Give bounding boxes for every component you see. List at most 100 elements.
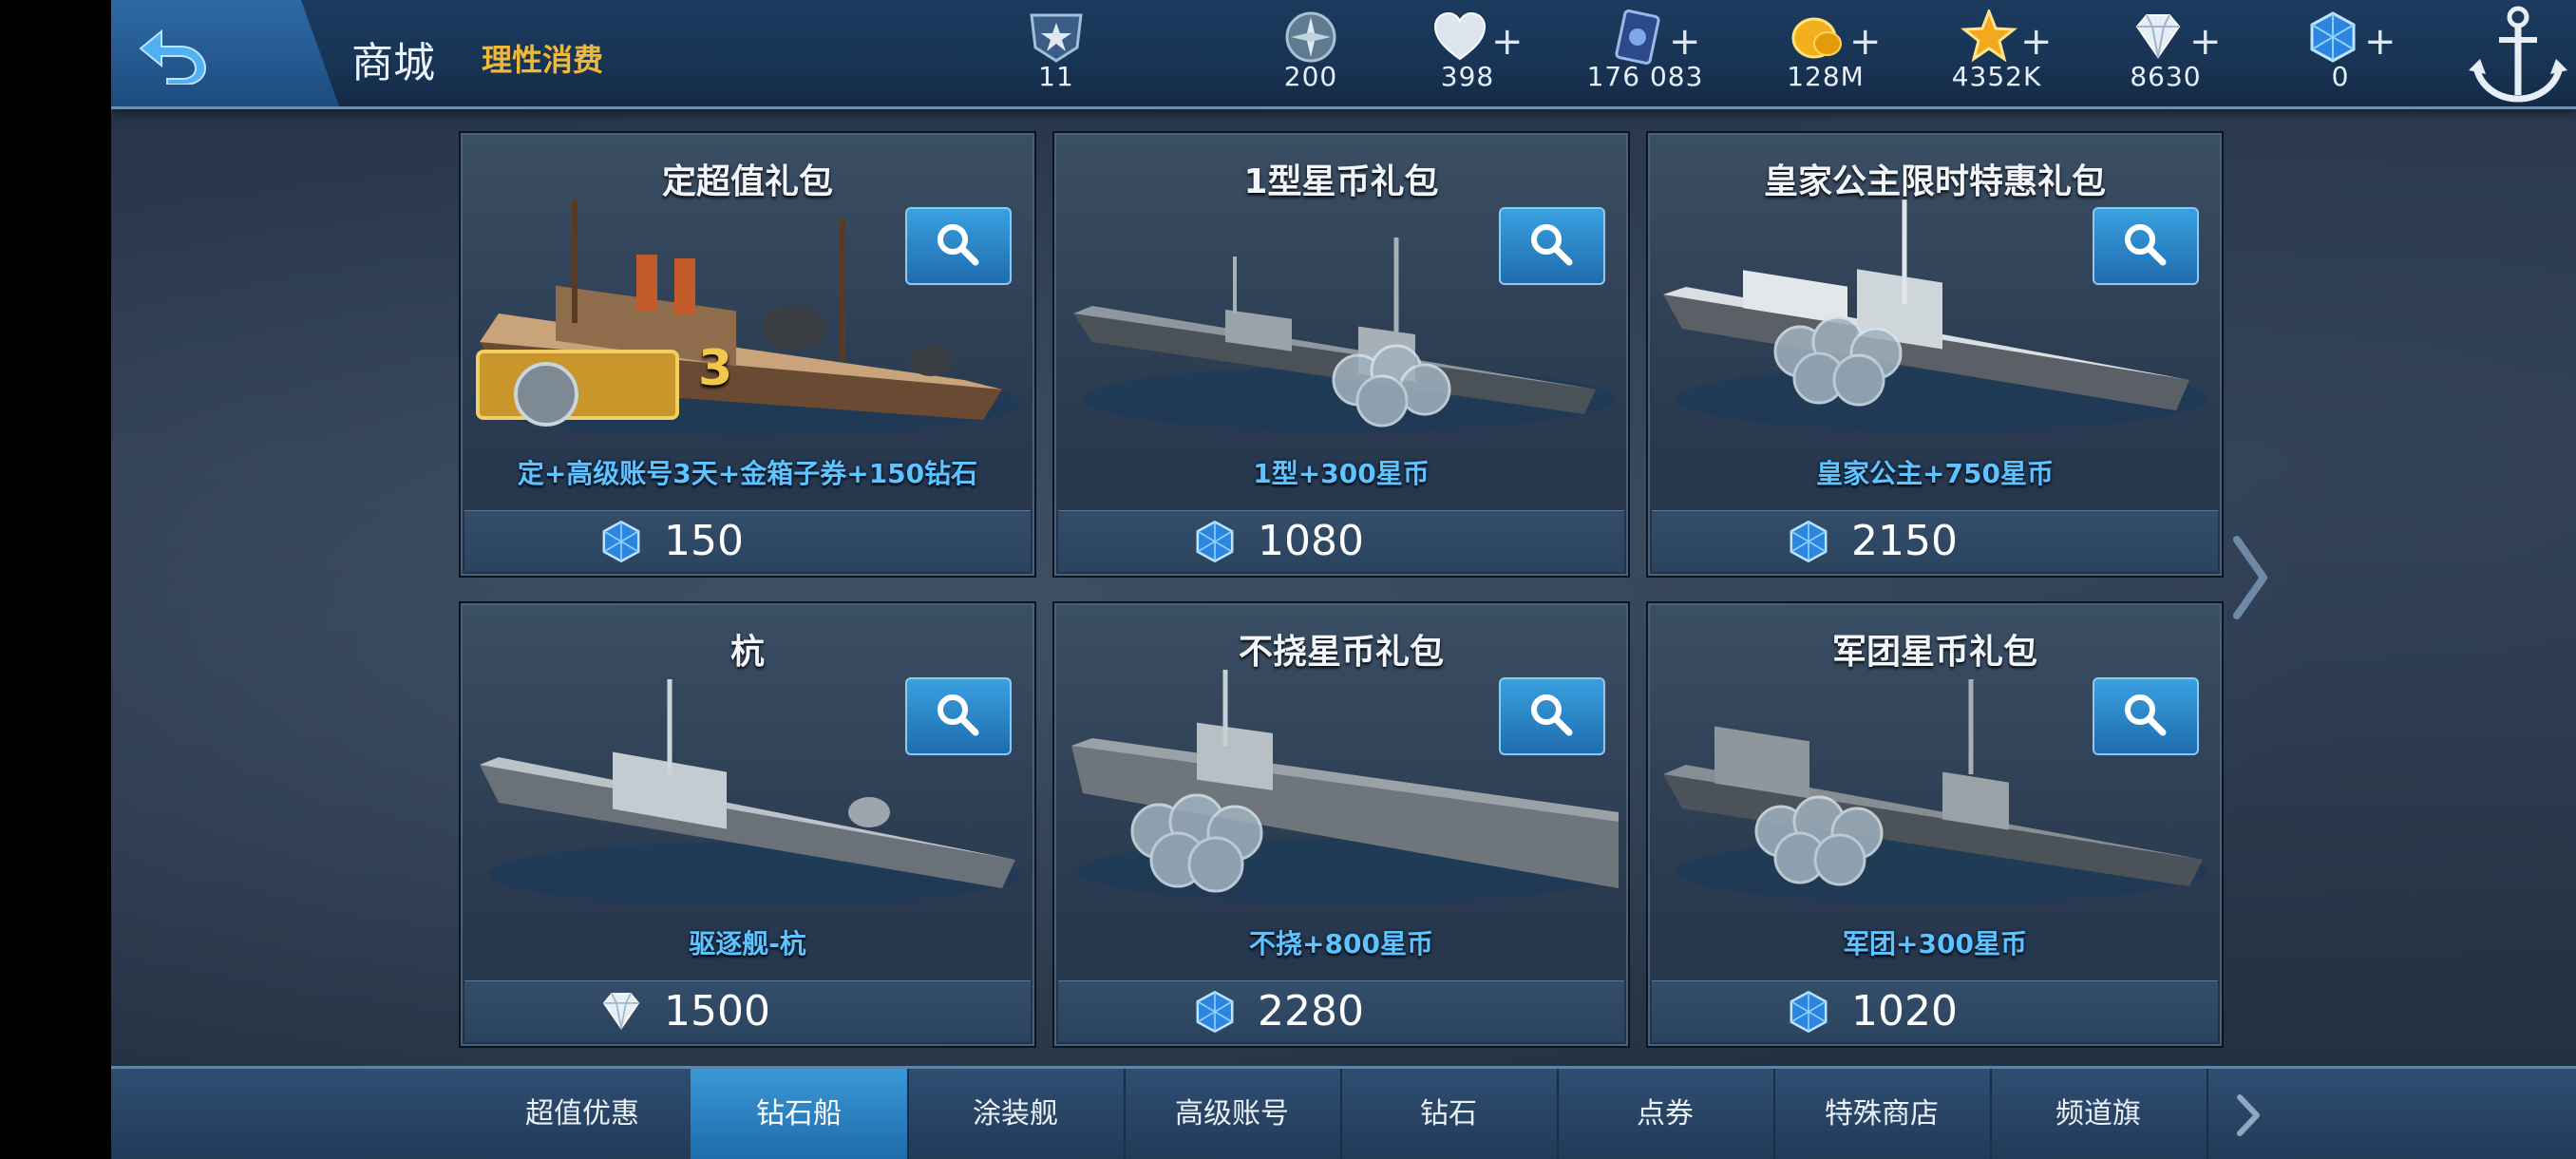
card-description: 1型+300星币 (1253, 458, 1430, 489)
chevron-right-icon (2233, 536, 2267, 619)
gift-pack-card[interactable]: 军团星币礼包 军团+300星币 1020 (1646, 601, 2224, 1048)
search-icon (2125, 694, 2167, 736)
card-description: 不挠+800星币 (1249, 928, 1433, 960)
preview-zoom-button[interactable] (2093, 207, 2199, 285)
card-price: 2280 (1258, 987, 1364, 1036)
tab-channel-flags[interactable]: 频道旗 (1990, 1069, 2208, 1159)
card-price: 1020 (1851, 987, 1958, 1036)
preview-zoom-button[interactable] (1499, 677, 1605, 755)
price-bar: 1020 (1652, 980, 2218, 1042)
resource-blue-gem[interactable]: + 0 (2260, 6, 2421, 101)
tab-vouchers[interactable]: 点券 (1557, 1069, 1775, 1159)
diamond-icon (2135, 14, 2180, 59)
card-description: 驱逐舰-杭 (689, 928, 806, 960)
add-icon: + (1491, 20, 1524, 64)
resource-heart[interactable]: + 398 (1387, 6, 1548, 101)
tab-diamonds[interactable]: 钻石 (1340, 1069, 1559, 1159)
card-icon (1614, 10, 1660, 65)
card-description: 定+高级账号3天+金箱子券+150钻石 (517, 458, 978, 489)
price-bar: 150 (464, 510, 1031, 572)
anchor-menu-button[interactable] (2457, 0, 2576, 106)
tab-special-shop[interactable]: 特殊商店 (1773, 1069, 1992, 1159)
page-subtitle: 理性消费 (482, 42, 604, 78)
rank-icon (1030, 13, 1083, 63)
resource-compass[interactable]: 200 (1230, 6, 1392, 101)
card-price: 2150 (1851, 517, 1958, 565)
add-icon: + (1849, 20, 1882, 64)
price-bar: 1500 (464, 980, 1031, 1042)
blue-gem-icon (1196, 990, 1234, 1034)
preview-zoom-button[interactable] (2093, 677, 2199, 755)
heart-icon (1433, 11, 1486, 61)
blue-gem-icon (1196, 520, 1234, 563)
search-icon (2125, 224, 2167, 266)
resource-value: 200 (1283, 61, 1338, 92)
preview-zoom-button[interactable] (905, 207, 1012, 285)
add-icon: + (2189, 20, 2222, 64)
chevron-right-icon (2237, 1094, 2260, 1136)
tab-skin-ships[interactable]: 涂装舰 (907, 1069, 1126, 1159)
card-title: 不挠星币礼包 (1238, 633, 1444, 672)
next-page-arrow[interactable] (2229, 532, 2271, 623)
card-title: 杭 (729, 633, 765, 672)
card-price: 1080 (1258, 517, 1364, 565)
price-bar: 1080 (1058, 510, 1624, 572)
gold-coin-icon (1791, 17, 1842, 59)
tab-premium-account[interactable]: 高级账号 (1124, 1069, 1342, 1159)
blue-gem-icon (1790, 520, 1828, 563)
blue-gem-icon (1790, 990, 1828, 1034)
card-title: 定超值礼包 (661, 162, 833, 201)
search-icon (1531, 694, 1573, 736)
card-price: 150 (664, 517, 744, 565)
card-price: 1500 (664, 987, 770, 1036)
card-description: 军团+300星币 (1843, 928, 2027, 960)
back-button[interactable] (111, 0, 339, 106)
gift-pack-card[interactable]: 杭 驱逐舰-杭 1500 (459, 601, 1036, 1048)
search-icon (1531, 224, 1573, 266)
resource-gold[interactable]: + 128M (1745, 6, 1906, 101)
anchor-icon (2469, 6, 2567, 103)
gift-pack-card[interactable]: 皇家公主限时特惠礼包 皇家公主+750星币 2150 (1646, 131, 2224, 578)
tab-value-deals[interactable]: 超值优惠 (474, 1069, 692, 1159)
compass-icon (1285, 11, 1336, 63)
card-title: 1型星币礼包 (1243, 162, 1439, 201)
shop-screen: 商城 理性消费 11 200 + 398 + 176 083 + 128M + … (111, 0, 2576, 1159)
resource-value: 0 (2331, 61, 2350, 92)
add-icon: + (1669, 20, 1701, 64)
tab-diamond-ships[interactable]: 钻石船 (691, 1069, 909, 1159)
resource-diamond[interactable]: + 8630 (2085, 6, 2246, 101)
resource-rank[interactable]: 11 (975, 6, 1137, 101)
resource-value: 128M (1787, 61, 1865, 92)
resource-star-coin[interactable]: + 4352K (1916, 6, 2077, 101)
resource-value: 11 (1038, 61, 1074, 92)
preview-zoom-button[interactable] (905, 677, 1012, 755)
diamond-icon (602, 993, 640, 1030)
card-title: 军团星币礼包 (1831, 633, 2037, 672)
preview-zoom-button[interactable] (1499, 207, 1605, 285)
tab-scroll-right-button[interactable] (2215, 1069, 2282, 1159)
blue-gem-icon (2310, 11, 2355, 63)
resource-value: 8630 (2130, 61, 2202, 92)
add-icon: + (2020, 20, 2053, 64)
card-description: 皇家公主+750星币 (1816, 458, 2054, 489)
resource-card[interactable]: + 176 083 (1564, 6, 1726, 101)
blue-gem-icon (602, 520, 640, 563)
add-icon: + (2364, 20, 2396, 64)
price-bar: 2280 (1058, 980, 1624, 1042)
category-tab-bar: 超值优惠 钻石船 涂装舰 高级账号 钻石 点券 特殊商店 频道旗 (111, 1066, 2576, 1159)
page-title: 商城 (351, 39, 435, 87)
gift-pack-card[interactable]: 不挠星币礼包 不挠+800星币 2280 (1052, 601, 1630, 1048)
search-icon (938, 694, 979, 736)
gift-pack-card[interactable]: 1型星币礼包 1型+300星币 1080 (1052, 131, 1630, 578)
search-icon (938, 224, 979, 266)
card-title: 皇家公主限时特惠礼包 (1763, 162, 2106, 201)
resource-value: 398 (1440, 61, 1495, 92)
top-bar: 商城 理性消费 11 200 + 398 + 176 083 + 128M + … (111, 0, 2576, 109)
price-bar: 2150 (1652, 510, 2218, 572)
back-arrow-icon (139, 28, 207, 85)
resource-value: 176 083 (1586, 61, 1704, 92)
star-coin-icon (1960, 10, 2017, 63)
days-badge: 3 (698, 340, 733, 397)
gift-pack-card[interactable]: 定超值礼包 3 定+高级账号3天+金箱子券+150钻石 150 (459, 131, 1036, 578)
resource-value: 4352K (1951, 61, 2042, 92)
